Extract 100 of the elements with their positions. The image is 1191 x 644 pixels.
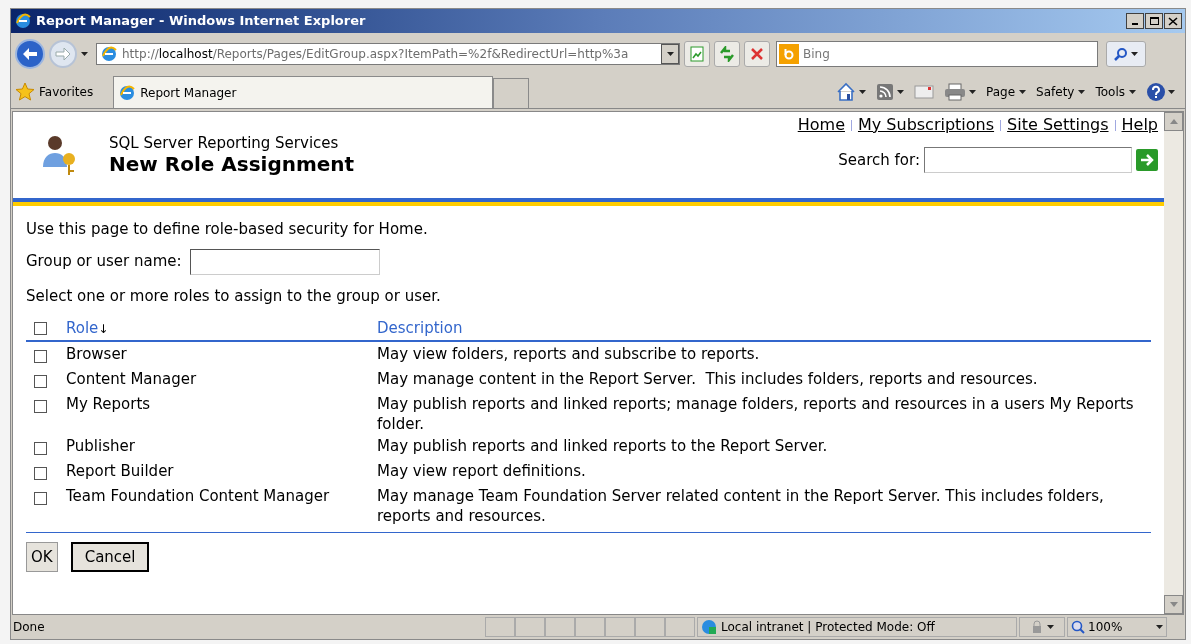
column-header[interactable]: Description — [377, 316, 463, 340]
column-header[interactable]: Role↓ — [66, 316, 377, 340]
caret-icon — [666, 52, 674, 56]
dropdown-button[interactable] — [661, 44, 679, 64]
checkbox[interactable] — [34, 375, 47, 388]
zone-text: Local intranet | Protected Mode: Off — [721, 619, 935, 636]
header-link[interactable]: Home — [797, 113, 845, 137]
command-menu[interactable]: Page — [986, 82, 1027, 101]
form-button[interactable]: Cancel — [70, 542, 150, 572]
role-name: My Reports — [66, 394, 152, 414]
report-search-field[interactable] — [924, 147, 1132, 173]
page-chart-icon — [689, 46, 705, 62]
role-description: May publish reports and linked reports; manage folders, reports and resources in a users My Reports folder. — [377, 394, 1135, 434]
search-button[interactable] — [1106, 41, 1146, 67]
browser-tab[interactable]: Report Manager — [113, 76, 494, 108]
lock-icon — [1030, 620, 1044, 634]
role-description: May manage content in the Report Server. This includes folders, reports and resources. — [377, 369, 1039, 389]
role-description: May view report definitions. — [377, 461, 587, 481]
checkbox[interactable] — [34, 467, 47, 480]
minimize-button[interactable] — [1126, 13, 1144, 29]
search-box[interactable]: Bing — [776, 41, 1098, 67]
caret-icon — [859, 89, 866, 94]
mail-icon[interactable] — [914, 84, 934, 99]
scrollbar[interactable] — [1164, 112, 1183, 614]
role-description: May manage Team Foundation Server related content in the Report Server. This includes folders, reports and resources. — [377, 486, 1105, 526]
role-name: Content Manager — [66, 369, 198, 389]
caret-icon — [1131, 52, 1138, 56]
status-pane — [575, 617, 605, 637]
browser-logo-icon — [118, 83, 137, 102]
maximize-button[interactable] — [1145, 13, 1163, 29]
status-pane — [515, 617, 545, 637]
back-arrow-icon — [22, 47, 38, 61]
caret-icon — [1129, 89, 1136, 94]
caret-icon — [1078, 89, 1086, 94]
feed-icon[interactable] — [876, 82, 894, 101]
form-button[interactable]: OK — [26, 542, 58, 572]
caret-icon — [81, 52, 88, 56]
intro-text: Use this page to define role-based security for Home. — [26, 219, 429, 240]
role-name: Publisher — [66, 436, 136, 456]
browser-logo-icon — [100, 45, 118, 63]
caret-icon — [1156, 625, 1163, 629]
status-pane — [635, 617, 665, 637]
caret-icon — [1047, 625, 1054, 629]
caret-icon — [1019, 89, 1027, 94]
status-pane — [665, 617, 695, 637]
status-pane — [605, 617, 635, 637]
url-text: http://localhost/Reports/Pages/EditGroup.aspx?ItemPath=%2f&RedirectUrl=http%3a — [122, 46, 629, 63]
search-label: Search for: — [838, 149, 920, 171]
page-title: New Role Assignment — [109, 152, 355, 176]
role-description: May view folders, reports and subscribe to reports. — [377, 344, 761, 364]
scroll-up-icon — [1169, 119, 1178, 124]
role-name: Browser — [66, 344, 128, 364]
status-pane — [545, 617, 575, 637]
home-icon[interactable] — [836, 81, 856, 102]
favorites-button[interactable]: Favorites — [15, 76, 104, 107]
checkbox[interactable] — [34, 442, 47, 455]
search-icon — [1114, 47, 1128, 61]
zoom-button[interactable]: 100% — [1067, 617, 1167, 637]
checkbox[interactable] — [34, 321, 47, 335]
search-provider-icon — [779, 44, 799, 64]
zoom-level: 100% — [1088, 619, 1123, 636]
role-description: May publish reports and linked reports to the Report Server. — [377, 436, 829, 456]
compatibility-button[interactable] — [684, 41, 710, 67]
back-button[interactable] — [15, 39, 45, 69]
caret-icon — [969, 89, 976, 94]
close-icon — [1168, 16, 1178, 26]
name-input-field[interactable] — [189, 248, 380, 275]
globe-icon — [701, 619, 717, 635]
star-icon — [15, 81, 35, 102]
checkbox[interactable] — [34, 350, 47, 363]
header-link[interactable]: My Subscriptions — [857, 113, 995, 137]
refresh-button[interactable] — [714, 41, 740, 67]
status-pane — [485, 617, 515, 637]
help-icon[interactable] — [1146, 81, 1166, 102]
browser-logo-icon — [14, 12, 32, 30]
window-title: Report Manager - Windows Internet Explorer — [36, 12, 366, 31]
close-button[interactable] — [1164, 13, 1182, 29]
instruction-text: Select one or more roles to assign to the group or user. — [26, 285, 442, 307]
forward-arrow-icon — [55, 47, 71, 61]
checkbox[interactable] — [34, 400, 47, 413]
role-name: Team Foundation Content Manager — [66, 486, 331, 506]
command-menu[interactable]: Tools — [1095, 82, 1136, 101]
go-button[interactable] — [1136, 149, 1158, 171]
scroll-down-icon — [1169, 602, 1178, 607]
search-field[interactable]: Bing — [803, 43, 1097, 65]
header-link[interactable]: Site Settings — [1007, 113, 1109, 137]
printer-icon[interactable] — [944, 82, 966, 101]
stop-button[interactable] — [744, 41, 770, 67]
role-name: Report Builder — [66, 461, 175, 481]
checkbox[interactable] — [34, 492, 47, 505]
header-link[interactable]: Help — [1121, 113, 1158, 137]
command-menu[interactable]: Safety — [1036, 82, 1086, 101]
refresh-icon — [719, 46, 735, 62]
address-field[interactable]: http://localhost/Reports/Pages/EditGroup.aspx?ItemPath=%2f&RedirectUrl=http%3a — [96, 43, 680, 65]
caret-icon — [1168, 89, 1175, 94]
name-label: Group or user name: — [26, 251, 182, 273]
caret-icon — [897, 89, 904, 94]
product-name: SQL Server Reporting Services — [109, 134, 340, 152]
close-icon — [750, 47, 764, 61]
status-text: Done — [13, 619, 46, 636]
